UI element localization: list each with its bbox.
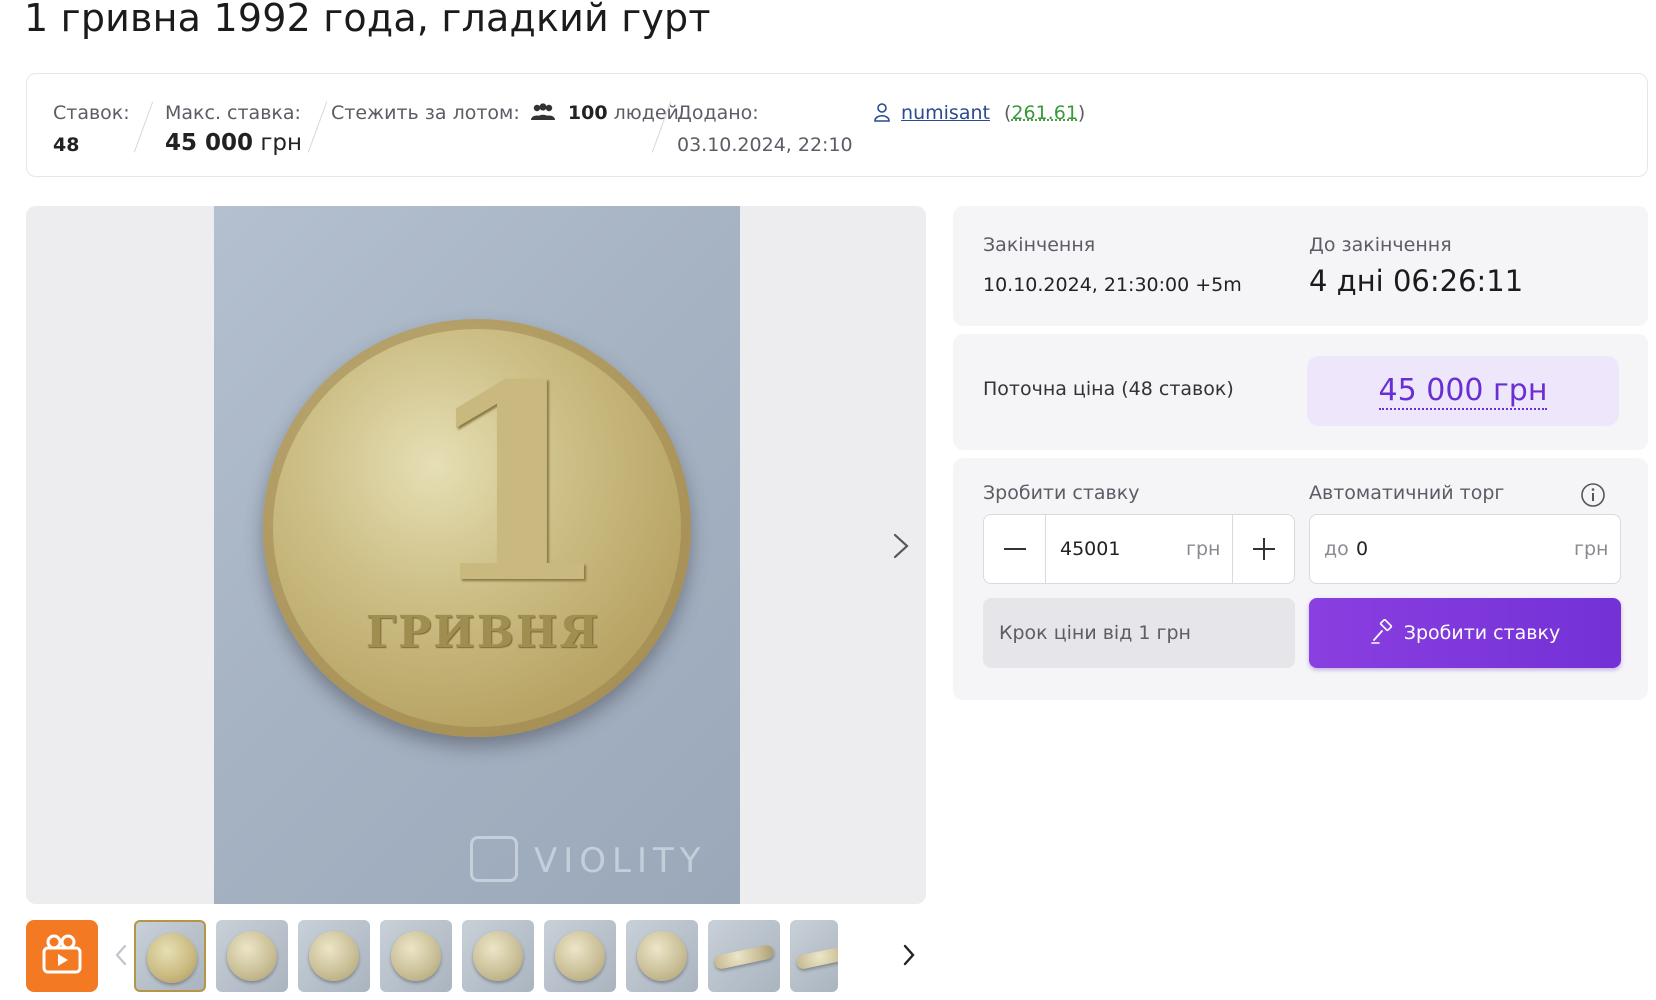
bids-count-label: Ставок: [53,102,130,124]
thumbnail[interactable] [380,920,452,992]
thumbnail[interactable] [708,920,780,992]
watchers-label: Стежить за лотом: [331,102,520,124]
lot-title: 1 гривна 1992 года, гладкий гурт [24,0,711,40]
auto-bid-value[interactable]: 0 [1356,538,1368,560]
coin-numeral: 1 [423,325,611,643]
max-bid-value: 45 000 [165,130,254,156]
bid-step-note: Крок ціни від 1 грн [983,598,1295,668]
end-value: 10.10.2024, 21:30:00 +5m [983,274,1242,296]
current-price-value[interactable]: 45 000 грн [1378,373,1548,410]
main-photo[interactable]: 1 ГРИВНЯ VIOLITY [214,206,740,904]
auto-bid-input[interactable]: до 0 грн [1309,514,1621,584]
max-bid-unit: грн [260,130,303,156]
max-bid-label: Макс. ставка: [165,102,301,124]
auto-bid-unit: грн [1574,538,1609,560]
seller-link[interactable]: numisant [901,102,990,124]
bid-amount-stepper: 45001 грн [983,514,1295,584]
auto-bid-prefix: до [1324,538,1349,560]
watchers-stat: Стежить за лотом: 100 людей [331,102,679,124]
place-bid-button[interactable]: Зробити ставку [1309,598,1621,668]
photo-gallery: 1 ГРИВНЯ VIOLITY [26,206,926,904]
added-value: 03.10.2024, 22:10 [677,134,853,156]
watermark: VIOLITY [470,836,707,882]
video-button[interactable] [26,920,98,992]
thumbnail[interactable] [462,920,534,992]
place-bid-label: Зробити ставку [1403,622,1561,644]
user-icon [874,103,890,122]
auction-end-panel: Закінчення 10.10.2024, 21:30:00 +5m До з… [953,206,1648,326]
coin-image: 1 ГРИВНЯ [263,319,691,737]
thumbnail[interactable] [134,920,206,992]
decrease-bid-button[interactable] [984,515,1046,583]
bid-unit: грн [1186,538,1221,560]
watchers-count: 100 [567,102,608,124]
thumbnail-coin [555,931,605,981]
thumbnail-strip [26,918,926,992]
thumbnail-coin [227,931,277,981]
thumbnail-coin [391,931,441,981]
thumbnail[interactable] [544,920,616,992]
info-icon[interactable] [1580,482,1606,508]
added-label: Додано: [677,102,759,124]
thumbnail-coin [473,931,523,981]
thumbnail-coin [147,933,197,983]
coin-word: ГРИВНЯ [365,607,601,658]
seller-info: numisant (261.61) [873,102,1085,124]
chevron-right-icon[interactable] [882,526,918,566]
bid-panel: Зробити ставку Автоматичний торг 45001 г… [953,458,1648,700]
current-price-label: Поточна ціна (48 ставок) [983,378,1234,400]
bids-count-stat: Ставок: 48 [53,102,130,156]
thumbnail-coin-edge [795,943,838,971]
countdown-timer: 4 дні 06:26:11 [1309,264,1524,298]
current-price-panel: Поточна ціна (48 ставок) 45 000 грн [953,334,1648,450]
thumbnail[interactable] [298,920,370,992]
seller-rating-close: ) [1077,102,1086,124]
thumbnail[interactable] [626,920,698,992]
thumbnail[interactable] [790,920,838,992]
lot-stats-bar: Ставок: 48 Макс. ставка: 45 000 грн Стеж… [26,73,1648,177]
video-icon [42,934,82,974]
chevron-left-icon [115,944,127,966]
max-bid-stat: Макс. ставка: 45 000 грн [165,102,302,156]
seller-rating[interactable]: 261.61 [1011,102,1077,124]
thumbnail-coin-edge [713,943,775,971]
bids-count-value: 48 [53,134,80,156]
current-price-box: 45 000 грн [1307,356,1619,426]
auto-bid-label: Автоматичний торг [1309,482,1505,504]
added-stat: Додано: 03.10.2024, 22:10 [677,102,853,156]
minus-icon [1004,548,1026,550]
thumbnail-coin [637,931,687,981]
crown-icon [470,836,518,882]
people-icon [530,103,555,120]
thumbnail-coin [309,931,359,981]
chevron-right-icon[interactable] [898,938,920,972]
increase-bid-button[interactable] [1232,515,1294,583]
gavel-icon [1370,618,1392,644]
thumbnail[interactable] [216,920,288,992]
stats-divider [307,101,328,153]
watermark-text: VIOLITY [534,841,707,881]
bid-amount-input[interactable]: 45001 [1060,538,1120,560]
remaining-label: До закінчення [1309,234,1452,256]
stats-divider [133,101,154,153]
make-bid-label: Зробити ставку [983,482,1140,504]
end-label: Закінчення [983,234,1096,256]
